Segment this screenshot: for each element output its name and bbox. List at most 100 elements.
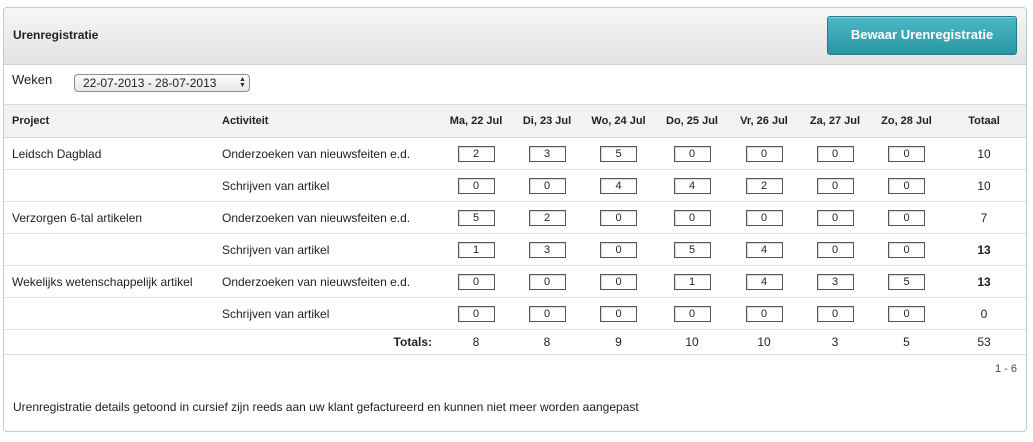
hours-cell: 1 — [440, 233, 512, 266]
hours-cell: 0 — [512, 265, 582, 298]
hours-input[interactable]: 0 — [673, 305, 711, 322]
hours-cell: 0 — [871, 137, 942, 170]
hours-input[interactable]: 0 — [673, 209, 711, 226]
hours-input[interactable]: 0 — [528, 177, 566, 194]
activity-name: Schrijven van artikel — [222, 233, 440, 266]
hours-input[interactable]: 4 — [745, 241, 783, 258]
hours-input[interactable]: 0 — [816, 177, 854, 194]
table-header-row: Project Activiteit Ma, 22 Jul Di, 23 Jul… — [4, 104, 1026, 138]
hours-input[interactable]: 5 — [673, 241, 711, 258]
footer-note: Urenregistratie details getoond in cursi… — [13, 400, 639, 414]
weeks-filter: Weken 22-07-2013 - 28-07-2013 ▲ ▼ — [4, 64, 1026, 104]
col-header-day: Ma, 22 Jul — [440, 104, 512, 138]
hours-cell: 0 — [655, 201, 729, 234]
project-name — [4, 169, 222, 202]
hours-input[interactable]: 0 — [457, 305, 495, 322]
hours-input[interactable]: 0 — [528, 305, 566, 322]
hours-input[interactable]: 0 — [816, 241, 854, 258]
activity-name: Onderzoeken van nieuwsfeiten e.d. — [222, 201, 440, 234]
col-header-day: Do, 25 Jul — [655, 104, 729, 138]
hours-input[interactable]: 0 — [888, 305, 925, 322]
week-select-value: 22-07-2013 - 28-07-2013 — [83, 76, 217, 90]
hours-input[interactable]: 0 — [745, 145, 783, 162]
hours-cell: 4 — [655, 169, 729, 202]
save-button[interactable]: Bewaar Urenregistratie — [827, 16, 1017, 55]
table-row: Schrijven van artikel 1 3 0 5 4 0 0 13 — [4, 233, 1026, 266]
hours-cell: 3 — [512, 233, 582, 266]
hours-input[interactable]: 0 — [457, 273, 495, 290]
hours-cell: 0 — [799, 169, 871, 202]
hours-input[interactable]: 1 — [457, 241, 495, 258]
col-header-project[interactable]: Project — [4, 104, 222, 138]
hours-cell: 0 — [871, 233, 942, 266]
row-total: 13 — [942, 233, 1026, 266]
hours-cell: 0 — [440, 297, 512, 330]
table-row: Schrijven van artikel 0 0 0 0 0 0 0 0 — [4, 297, 1026, 330]
project-name: Verzorgen 6-tal artikelen — [4, 201, 222, 234]
col-header-day: Wo, 24 Jul — [582, 104, 655, 138]
hours-cell: 5 — [440, 201, 512, 234]
hours-input[interactable]: 0 — [888, 209, 925, 226]
activity-name: Onderzoeken van nieuwsfeiten e.d. — [222, 137, 440, 170]
col-header-day: Zo, 28 Jul — [871, 104, 942, 138]
hours-cell: 5 — [582, 137, 655, 170]
hours-input[interactable]: 0 — [745, 209, 783, 226]
hours-input[interactable]: 4 — [600, 177, 637, 194]
col-header-day: Di, 23 Jul — [512, 104, 582, 138]
hours-input[interactable]: 0 — [600, 273, 637, 290]
hours-input[interactable]: 1 — [673, 273, 711, 290]
hours-input[interactable]: 0 — [816, 209, 854, 226]
day-total: 3 — [799, 329, 871, 355]
timesheet-panel: Urenregistratie Bewaar Urenregistratie W… — [3, 7, 1027, 432]
hours-input[interactable]: 5 — [457, 209, 495, 226]
hours-input[interactable]: 0 — [457, 177, 495, 194]
hours-input[interactable]: 0 — [600, 241, 637, 258]
hours-input[interactable]: 0 — [816, 145, 854, 162]
col-header-activity[interactable]: Activiteit — [222, 104, 440, 138]
hours-cell: 2 — [440, 137, 512, 170]
hours-cell: 0 — [799, 297, 871, 330]
project-name — [4, 233, 222, 266]
hours-input[interactable]: 0 — [600, 209, 637, 226]
hours-input[interactable]: 0 — [816, 305, 854, 322]
hours-cell: 0 — [799, 233, 871, 266]
hours-cell: 4 — [729, 233, 799, 266]
hours-input[interactable]: 0 — [528, 273, 566, 290]
hours-cell: 4 — [582, 169, 655, 202]
timesheet-table: Project Activiteit Ma, 22 Jul Di, 23 Jul… — [4, 104, 1026, 355]
col-header-day: Za, 27 Jul — [799, 104, 871, 138]
hours-input[interactable]: 4 — [745, 273, 783, 290]
hours-input[interactable]: 5 — [600, 145, 637, 162]
row-total: 0 — [942, 297, 1026, 330]
activity-name: Onderzoeken van nieuwsfeiten e.d. — [222, 265, 440, 298]
hours-input[interactable]: 3 — [528, 145, 566, 162]
hours-cell: 0 — [440, 265, 512, 298]
hours-input[interactable]: 0 — [745, 305, 783, 322]
hours-cell: 2 — [729, 169, 799, 202]
hours-input[interactable]: 2 — [528, 209, 566, 226]
hours-input[interactable]: 4 — [673, 177, 711, 194]
hours-input[interactable]: 2 — [745, 177, 783, 194]
row-total: 10 — [942, 169, 1026, 202]
col-header-day: Vr, 26 Jul — [729, 104, 799, 138]
hours-input[interactable]: 3 — [816, 273, 854, 290]
row-total: 10 — [942, 137, 1026, 170]
hours-cell: 0 — [871, 201, 942, 234]
hours-input[interactable]: 2 — [457, 145, 495, 162]
hours-cell: 0 — [729, 137, 799, 170]
hours-input[interactable]: 0 — [888, 177, 925, 194]
week-select[interactable]: 22-07-2013 - 28-07-2013 ▲ ▼ — [74, 74, 250, 92]
day-total: 8 — [512, 329, 582, 355]
hours-input[interactable]: 0 — [600, 305, 637, 322]
hours-cell: 0 — [512, 169, 582, 202]
project-name: Leidsch Dagblad — [4, 137, 222, 170]
hours-input[interactable]: 3 — [528, 241, 566, 258]
hours-input[interactable]: 0 — [673, 145, 711, 162]
hours-input[interactable]: 5 — [888, 273, 925, 290]
hours-input[interactable]: 0 — [888, 241, 925, 258]
hours-cell: 0 — [799, 201, 871, 234]
hours-cell: 0 — [582, 297, 655, 330]
hours-input[interactable]: 0 — [888, 145, 925, 162]
hours-cell: 0 — [512, 297, 582, 330]
hours-cell: 0 — [582, 265, 655, 298]
